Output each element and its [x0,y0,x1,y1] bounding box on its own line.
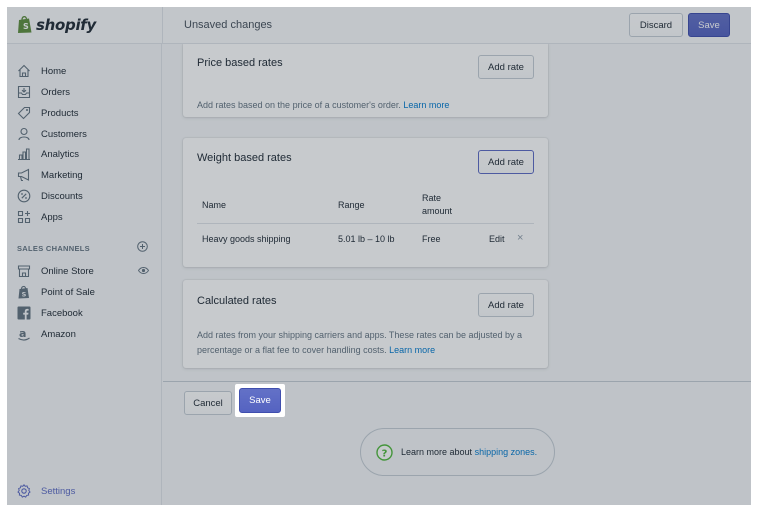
apps-icon [17,210,31,224]
sidebar-item-label: Analytics [41,148,80,160]
sidebar-item-label: Customers [41,128,87,140]
price-card-title: Price based rates [197,57,283,69]
tag-icon [17,106,31,120]
price-add-rate-button[interactable]: Add rate [478,55,534,79]
add-channel-icon[interactable] [137,241,148,252]
sidebar-item-label: Point of Sale [41,286,95,298]
row-name: Heavy goods shipping [202,234,291,244]
calculated-card-description: Add rates from your shipping carriers an… [197,330,523,355]
calculated-rates-card: Calculated rates Add rate Add rates from… [183,280,548,368]
cancel-button[interactable]: Cancel [184,391,232,415]
sidebar: Home Orders Products Customers Analytics… [7,44,162,505]
discount-icon [17,189,31,203]
weight-add-rate-button[interactable]: Add rate [478,150,534,174]
weight-card-title: Weight based rates [197,152,292,164]
sidebar-item-point-of-sale[interactable]: S Point of Sale [17,284,95,300]
bar-chart-icon [18,148,30,161]
logo-text: shopify [36,15,96,34]
sidebar-item-amazon[interactable]: a Amazon [17,326,76,342]
table-header-divider [197,223,534,224]
edit-rate-link[interactable]: Edit [489,234,505,244]
top-save-button[interactable]: Save [688,13,730,37]
person-icon [18,127,30,141]
price-based-rates-card: Price based rates Add rate Add rates bas… [183,44,548,117]
gear-icon [17,484,31,498]
sidebar-item-facebook[interactable]: Facebook [17,305,83,321]
column-header-range: Range [338,200,365,210]
row-range: 5.01 lb – 10 lb [338,234,395,244]
help-text: Learn more about shipping zones. [401,447,538,457]
sidebar-item-label: Facebook [41,307,83,319]
sidebar-item-label: Apps [41,211,63,223]
unsaved-changes-label: Unsaved changes [184,19,273,31]
sales-channels-heading: SALES CHANNELS [17,244,90,253]
app-frame: S shopify Unsaved changes Discard Save H… [7,7,751,505]
sidebar-item-products[interactable]: Products [17,105,79,121]
sidebar-item-label: Home [41,65,67,77]
sidebar-item-orders[interactable]: Orders [17,84,70,100]
sidebar-item-settings[interactable]: Settings [17,484,75,498]
shipping-zones-link[interactable]: shipping zones. [475,447,538,457]
settings-label: Settings [41,485,76,497]
help-footer: ? Learn more about shipping zones. [360,428,555,476]
sidebar-item-marketing[interactable]: Marketing [17,167,83,183]
shopify-bag-icon: S [18,16,32,33]
column-header-name: Name [202,200,227,210]
calculated-add-rate-button[interactable]: Add rate [478,293,534,317]
sidebar-item-apps[interactable]: Apps [17,209,63,225]
price-learn-more-link[interactable]: Learn more [403,100,449,110]
sidebar-item-label: Orders [41,86,71,98]
footer-divider [163,381,751,382]
column-header-rate-amount: Rate amount [422,193,453,216]
sidebar-item-label: Products [41,107,79,119]
orders-icon [17,85,31,99]
eye-icon[interactable] [138,266,149,275]
sidebar-item-label: Discounts [41,190,83,202]
svg-text:?: ? [382,449,388,460]
topbar-divider [162,7,163,44]
price-card-description: Add rates based on the price of a custom… [197,100,450,110]
shopify-logo[interactable]: S shopify [17,15,96,34]
row-rate: Free [422,234,441,244]
amazon-icon: a [18,327,30,341]
calculated-card-title: Calculated rates [197,295,277,307]
home-icon [18,64,30,78]
sidebar-item-online-store[interactable]: Online Store [17,263,94,279]
main-content: Price based rates Add rate Add rates bas… [163,44,751,505]
megaphone-icon [17,168,30,182]
facebook-icon [17,306,31,320]
footer-save-button[interactable]: Save [239,388,281,413]
store-icon [17,265,31,278]
sidebar-item-label: Online Store [41,265,94,277]
sidebar-item-label: Amazon [41,328,76,340]
top-bar: S shopify Unsaved changes Discard Save [7,7,751,44]
save-button-highlight: Save [235,384,285,417]
sidebar-item-discounts[interactable]: Discounts [17,188,83,204]
calculated-learn-more-link[interactable]: Learn more [389,345,435,355]
weight-based-rates-card: Weight based rates Add rate Name Range R… [183,138,548,267]
remove-rate-icon[interactable]: × [517,232,523,244]
svg-text:S: S [22,291,27,299]
svg-text:a: a [19,327,26,340]
svg-text:S: S [23,22,29,31]
question-circle-icon: ? [376,444,393,461]
sidebar-item-analytics[interactable]: Analytics [17,146,79,162]
sidebar-item-label: Marketing [41,169,83,181]
sidebar-item-customers[interactable]: Customers [17,126,87,142]
sidebar-item-home[interactable]: Home [17,63,66,79]
discard-button[interactable]: Discard [629,13,683,37]
pos-icon: S [18,285,29,299]
